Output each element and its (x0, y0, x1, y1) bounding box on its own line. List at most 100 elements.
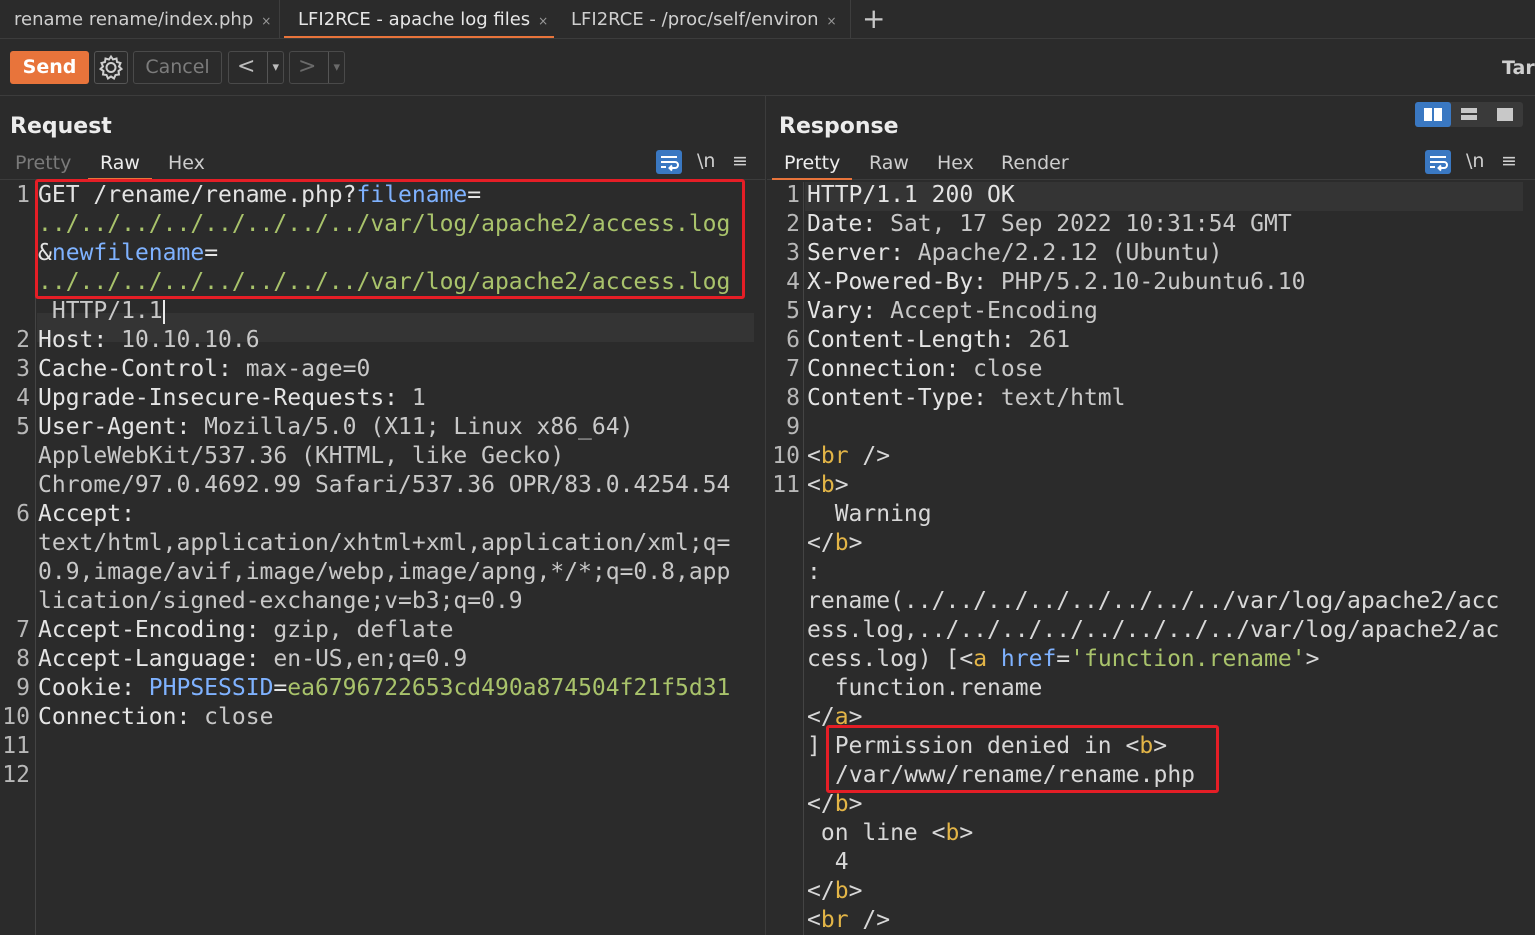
close-icon[interactable]: × (538, 14, 548, 28)
layout-single-icon[interactable] (1487, 102, 1523, 127)
target-label[interactable]: Tar (1502, 57, 1535, 79)
chevron-right-icon: > (298, 54, 317, 79)
header-key: Content-Type: (807, 385, 988, 411)
forward-button[interactable]: > ▾ (289, 51, 345, 84)
header-key: Accept-Encoding: (38, 617, 260, 643)
tag-bracket: < (959, 646, 974, 672)
request-editor[interactable]: 1 2 3 4 5 6 7 8 9 10 11 12 GET /rename/r… (0, 179, 765, 935)
error-text: rename(../../../../../../../../var/log/a… (807, 588, 1500, 614)
html-line: <b> (807, 472, 849, 498)
chevron-down-icon[interactable]: ▾ (328, 52, 340, 83)
tag-bracket: < (807, 443, 821, 469)
request-view-tabs: Pretty Raw Hex \n ≡ (0, 150, 765, 180)
line-number: 4 (16, 385, 30, 411)
tab-raw[interactable]: Raw (88, 152, 152, 180)
header-key: User-Agent: (38, 414, 191, 440)
tab-lfi2rce-apache[interactable]: LFI2RCE - apache log files × (284, 0, 554, 38)
line-number: 10 (772, 443, 800, 469)
wrap-lines-icon[interactable] (656, 150, 682, 174)
header-value: 1 (398, 385, 426, 411)
header-value: 261 (1014, 327, 1071, 353)
tag-name: b (834, 878, 849, 904)
line-number: 5 (786, 298, 800, 324)
tag-name: b (945, 820, 960, 846)
tag-name: br (820, 443, 849, 469)
layout-toggle (1415, 102, 1523, 127)
header-key: Date: (807, 211, 877, 237)
line-number: 9 (16, 675, 30, 701)
line-number: 8 (16, 646, 30, 672)
attr-name: href (1000, 646, 1057, 672)
header-line: Vary: Accept-Encoding (807, 298, 1098, 324)
status-line: HTTP/1.1 200 OK (807, 182, 1015, 208)
html-line: <br /> (807, 443, 890, 469)
cancel-button[interactable]: Cancel (133, 51, 222, 84)
header-value-wrap: Chrome/97.0.4692.99 Safari/537.36 OPR/83… (38, 472, 731, 498)
tag-bracket: > (959, 820, 974, 846)
newline-toggle[interactable]: \n (1466, 150, 1484, 172)
back-button[interactable]: < ▾ (228, 51, 284, 84)
header-value-wrap: AppleWebKit/537.36 (KHTML, like Gecko) (38, 443, 565, 469)
attr-value: 'function.rename' (1070, 646, 1306, 672)
cookie-equals: = (273, 675, 288, 701)
header-value-wrap: 0.9,image/avif,image/webp,image/apng,*/*… (38, 559, 731, 585)
colon-text: : (807, 559, 821, 585)
line-number: 7 (16, 617, 30, 643)
tag-bracket: /> (848, 443, 891, 469)
tag-bracket: > (848, 878, 863, 904)
tab-rename-index[interactable]: rename rename/index.php × (0, 0, 280, 38)
menu-icon[interactable]: ≡ (1501, 150, 1517, 172)
header-value: Mozilla/5.0 (X11; Linux x86_64) (190, 414, 634, 440)
header-line: Host: 10.10.10.6 (38, 327, 260, 353)
new-tab-icon[interactable]: + (862, 2, 885, 35)
line-number: 12 (2, 762, 30, 788)
tab-render[interactable]: Render (989, 152, 1081, 178)
text-caret (162, 299, 165, 324)
line-number: 4 (786, 269, 800, 295)
newline-toggle[interactable]: \n (697, 150, 715, 172)
header-value: close (190, 704, 274, 730)
layout-side-by-side-icon[interactable] (1415, 102, 1451, 127)
tab-hex[interactable]: Hex (156, 152, 217, 178)
response-editor[interactable]: 1 2 3 4 5 6 7 8 9 10 11 HTTP/1.1 200 OK … (767, 182, 1535, 935)
header-line: X-Powered-By: PHP/5.2.10-2ubuntu6.10 (807, 269, 1306, 295)
html-line: </b> (807, 530, 862, 556)
header-key: Server: (807, 240, 904, 266)
chevron-left-icon: < (237, 54, 256, 79)
settings-button[interactable] (94, 51, 128, 84)
gear-icon (98, 54, 124, 80)
bracket-text: ] (807, 733, 821, 759)
close-icon[interactable]: × (261, 14, 271, 28)
header-key: Connection: (38, 704, 191, 730)
header-line: Server: Apache/2.2.12 (Ubuntu) (807, 240, 1222, 266)
tag-name: b (834, 791, 849, 817)
request-line: HTTP/1.1 (38, 298, 165, 324)
line-number: 6 (16, 501, 30, 527)
chevron-down-icon[interactable]: ▾ (267, 52, 279, 83)
line-number: 11 (772, 472, 800, 498)
tab-raw[interactable]: Raw (857, 152, 921, 178)
tab-pretty[interactable]: Pretty (772, 152, 853, 180)
tab-strip: rename rename/index.php × LFI2RCE - apach… (0, 0, 1535, 39)
close-icon[interactable]: × (827, 14, 837, 28)
request-title: Request (10, 114, 112, 139)
highlight-box-request-params (35, 179, 745, 299)
header-value: close (959, 356, 1043, 382)
tab-lfi2rce-environ[interactable]: LFI2RCE - /proc/self/environ × (557, 0, 851, 38)
tag-bracket: < (807, 907, 821, 933)
header-key: Content-Length: (807, 327, 1015, 353)
header-value: Sat, 17 Sep 2022 10:31:54 GMT (876, 211, 1292, 237)
tab-pretty[interactable]: Pretty (3, 152, 83, 178)
tab-hex[interactable]: Hex (925, 152, 986, 178)
response-title: Response (779, 114, 899, 139)
header-value: Apache/2.2.12 (Ubuntu) (903, 240, 1223, 266)
tag-bracket: < (807, 472, 821, 498)
send-button[interactable]: Send (10, 51, 89, 84)
highlight-box-permission-denied (826, 725, 1219, 793)
menu-icon[interactable]: ≡ (732, 150, 748, 172)
tab-label: LFI2RCE - /proc/self/environ (571, 9, 819, 30)
wrap-lines-icon[interactable] (1425, 150, 1451, 174)
header-key: Accept-Language: (38, 646, 260, 672)
layout-stacked-icon[interactable] (1451, 102, 1487, 127)
line-number: 1 (16, 182, 30, 208)
